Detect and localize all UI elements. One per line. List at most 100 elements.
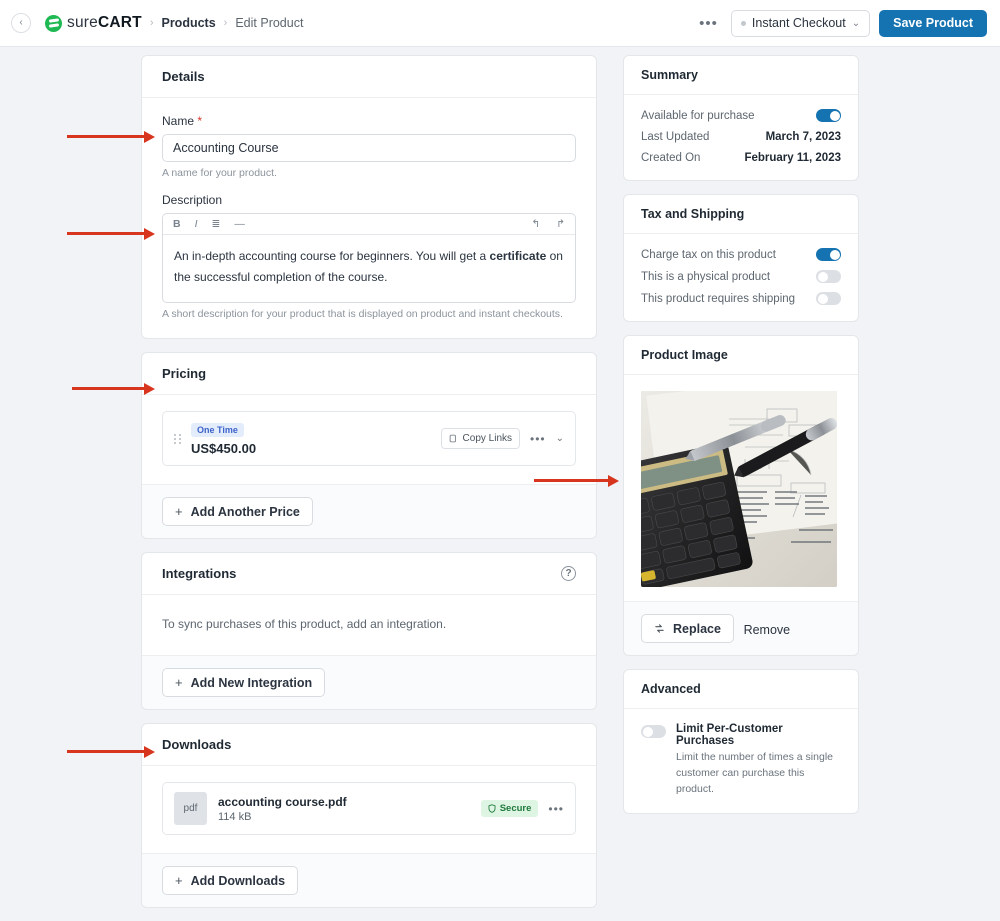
summary-body: Available for purchase Last Updated Marc… xyxy=(624,95,858,180)
name-input[interactable] xyxy=(162,134,576,162)
download-row[interactable]: pdf accounting course.pdf 114 kB Secure … xyxy=(162,782,576,835)
breadcrumb-separator-2: › xyxy=(224,17,228,29)
advanced-card: Advanced Limit Per-Customer Purchases Li… xyxy=(623,669,859,814)
price-row-actions: Copy Links ••• ⌄ xyxy=(441,428,564,449)
add-another-price-button[interactable]: + Add Another Price xyxy=(162,497,313,526)
download-row-actions: Secure ••• xyxy=(481,800,564,817)
physical-product-toggle[interactable] xyxy=(816,270,841,283)
available-for-purchase-toggle[interactable] xyxy=(816,109,841,122)
italic-icon[interactable]: I xyxy=(195,219,198,230)
downloads-footer: + Add Downloads xyxy=(142,853,596,907)
arrow-to-price-row xyxy=(72,387,146,390)
downloads-body: pdf accounting course.pdf 114 kB Secure … xyxy=(142,766,596,853)
copy-links-label: Copy Links xyxy=(463,433,512,444)
integrations-footer: + Add New Integration xyxy=(142,655,596,709)
status-dot-icon xyxy=(741,21,746,26)
description-textarea[interactable]: An in-depth accounting course for beginn… xyxy=(163,235,575,302)
horizontal-rule-icon[interactable]: — xyxy=(234,219,245,230)
plus-icon: + xyxy=(175,504,183,519)
remove-image-button[interactable]: Remove xyxy=(738,623,797,637)
limit-purchases-description: Limit the number of times a single custo… xyxy=(676,750,841,797)
plus-icon: + xyxy=(175,873,183,888)
copy-icon xyxy=(449,434,458,443)
summary-header: Summary xyxy=(624,56,858,95)
price-more-icon[interactable]: ••• xyxy=(530,433,546,445)
description-text-part1: An in-depth accounting course for beginn… xyxy=(174,249,490,263)
summary-card: Summary Available for purchase Last Upda… xyxy=(623,55,859,181)
back-button[interactable]: ‹ xyxy=(11,13,31,33)
summary-title: Summary xyxy=(641,68,698,82)
breadcrumb-products[interactable]: Products xyxy=(161,16,215,30)
product-photo xyxy=(641,391,837,587)
price-row[interactable]: One Time US$450.00 Copy Links ••• ⌄ xyxy=(162,411,576,466)
last-updated-row: Last Updated March 7, 2023 xyxy=(641,131,841,143)
pricing-body: One Time US$450.00 Copy Links ••• ⌄ xyxy=(142,395,596,484)
bold-icon[interactable]: B xyxy=(173,219,181,230)
drag-handle-icon[interactable] xyxy=(174,434,182,444)
question-mark-icon[interactable]: ? xyxy=(561,566,576,581)
requires-shipping-label: This product requires shipping xyxy=(641,293,795,305)
undo-icon[interactable]: ↰ xyxy=(531,219,540,230)
secure-badge: Secure xyxy=(481,800,539,817)
tax-shipping-body: Charge tax on this product This is a phy… xyxy=(624,234,858,321)
plus-icon: + xyxy=(175,675,183,690)
details-body: Name * A name for your product. Descript… xyxy=(142,98,596,338)
charge-tax-toggle[interactable] xyxy=(816,248,841,261)
side-column: Summary Available for purchase Last Upda… xyxy=(623,55,859,827)
download-more-icon[interactable]: ••• xyxy=(548,803,564,815)
charge-tax-label: Charge tax on this product xyxy=(641,249,776,261)
pricing-card: Pricing One Time US$450.00 xyxy=(141,352,597,539)
download-file-size: 114 kB xyxy=(218,811,347,823)
save-product-label: Save Product xyxy=(893,16,973,30)
details-card: Details Name * A name for your product. … xyxy=(141,55,597,339)
required-marker: * xyxy=(197,114,202,128)
product-image-body xyxy=(624,375,858,601)
requires-shipping-toggle[interactable] xyxy=(816,292,841,305)
redo-icon[interactable]: ↱ xyxy=(556,219,565,230)
product-image-thumbnail xyxy=(641,391,837,587)
brand-name-part2: CART xyxy=(98,14,142,32)
pricing-header: Pricing xyxy=(142,353,596,395)
save-product-button[interactable]: Save Product xyxy=(879,10,987,37)
downloads-card: Downloads pdf accounting course.pdf 114 … xyxy=(141,723,597,908)
pricing-title: Pricing xyxy=(162,366,206,381)
name-hint: A name for your product. xyxy=(162,167,576,179)
editor-toolbar: B I ≣ — ↰ ↱ xyxy=(163,214,575,235)
top-bar: ‹ sureCART › Products › Edit Product •••… xyxy=(0,0,1000,47)
name-label-text: Name xyxy=(162,114,194,128)
replace-image-button[interactable]: Replace xyxy=(641,614,734,643)
tax-shipping-title: Tax and Shipping xyxy=(641,207,744,221)
list-icon[interactable]: ≣ xyxy=(212,219,221,230)
add-another-price-label: Add Another Price xyxy=(191,505,300,519)
price-expand-chevron-icon[interactable]: ⌄ xyxy=(556,433,564,444)
name-label: Name * xyxy=(162,114,576,128)
integrations-empty-text: To sync purchases of this product, add a… xyxy=(162,617,576,631)
add-new-integration-label: Add New Integration xyxy=(191,676,313,690)
pdf-file-icon: pdf xyxy=(174,792,207,825)
arrow-to-description-field xyxy=(67,232,146,235)
description-editor: B I ≣ — ↰ ↱ An in-depth accounting cours… xyxy=(162,213,576,303)
integrations-title: Integrations xyxy=(162,566,236,581)
limit-purchases-toggle[interactable] xyxy=(641,725,666,738)
details-header: Details xyxy=(142,56,596,98)
add-new-integration-button[interactable]: + Add New Integration xyxy=(162,668,325,697)
add-downloads-button[interactable]: + Add Downloads xyxy=(162,866,298,895)
created-on-row: Created On February 11, 2023 xyxy=(641,152,841,164)
instant-checkout-button[interactable]: Instant Checkout ⌄ xyxy=(731,10,870,37)
replace-image-label: Replace xyxy=(673,622,721,636)
more-options-icon[interactable]: ••• xyxy=(695,16,722,31)
instant-checkout-label: Instant Checkout xyxy=(752,16,846,30)
page-body: Details Name * A name for your product. … xyxy=(0,47,1000,858)
available-for-purchase-row: Available for purchase xyxy=(641,109,841,122)
limit-purchases-label: Limit Per-Customer Purchases xyxy=(676,723,841,747)
details-title: Details xyxy=(162,69,205,84)
created-on-value: February 11, 2023 xyxy=(744,152,841,164)
copy-links-button[interactable]: Copy Links xyxy=(441,428,520,449)
requires-shipping-row: This product requires shipping xyxy=(641,292,841,305)
brand-logo[interactable]: sureCART xyxy=(45,14,142,32)
brand-name-part1: sure xyxy=(67,14,98,32)
breadcrumb-current: Edit Product xyxy=(235,16,303,30)
chevron-down-icon: ⌄ xyxy=(852,18,860,29)
arrow-left-icon: ‹ xyxy=(19,18,22,28)
description-hint: A short description for your product tha… xyxy=(162,308,576,320)
